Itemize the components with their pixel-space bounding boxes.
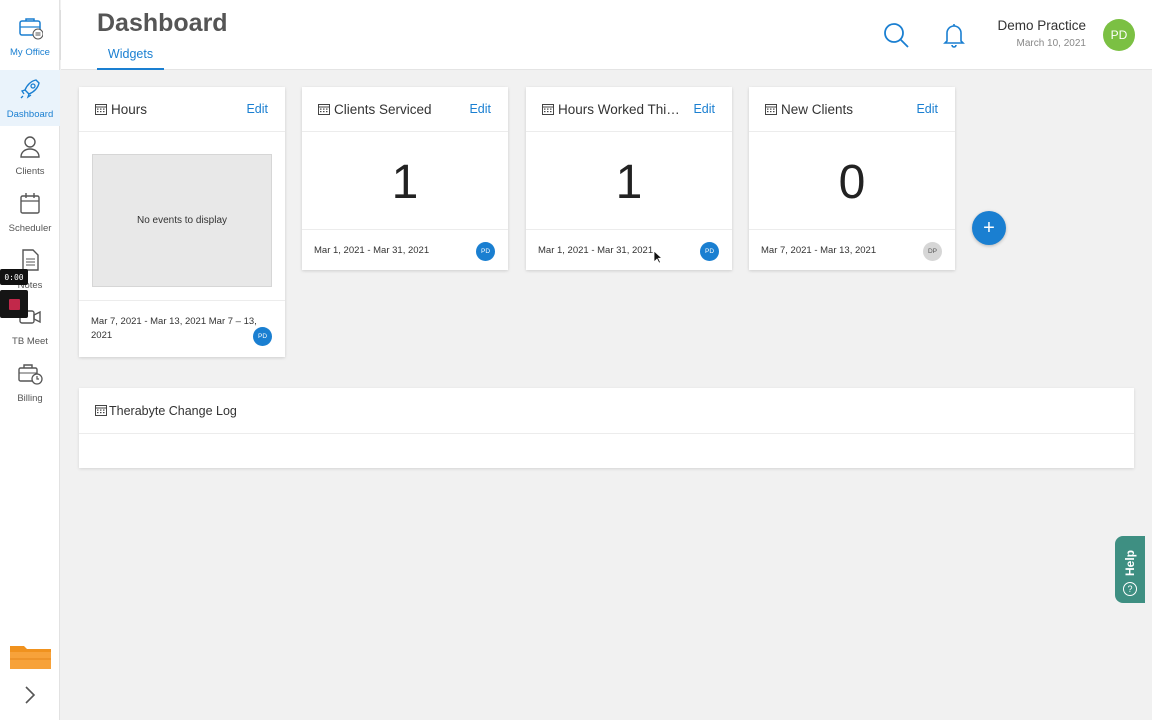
sidebar-item-label: TB Meet bbox=[12, 336, 48, 347]
chevron-right-icon bbox=[23, 684, 37, 711]
calendar-icon bbox=[95, 405, 107, 416]
expand-sidebar-button[interactable] bbox=[18, 684, 42, 710]
help-label: Help bbox=[1123, 549, 1137, 576]
widget-footer: Mar 1, 2021 - Mar 31, 2021 PD bbox=[526, 229, 732, 271]
edit-link[interactable]: Edit bbox=[693, 102, 715, 116]
sidebar-item-label: Scheduler bbox=[8, 223, 52, 234]
date-range: Mar 1, 2021 - Mar 31, 2021 bbox=[538, 245, 654, 256]
recording-stop-button[interactable] bbox=[0, 290, 28, 318]
avatar: PD bbox=[476, 242, 495, 261]
widget-header: Clients Serviced Edit bbox=[302, 87, 508, 132]
empty-events-placeholder: No events to display bbox=[92, 154, 272, 287]
widget-change-log: Therabyte Change Log bbox=[79, 388, 1134, 468]
widget-title: Hours Worked This… bbox=[558, 102, 686, 117]
calendar-icon bbox=[542, 104, 554, 115]
widget-value: 1 bbox=[391, 156, 419, 209]
page-title: Dashboard bbox=[97, 9, 228, 37]
widget-header: Hours Worked This… Edit bbox=[526, 87, 732, 132]
edit-link[interactable]: Edit bbox=[469, 102, 491, 116]
widget-footer: Mar 1, 2021 - Mar 31, 2021 PD bbox=[302, 229, 508, 271]
date-range: Mar 1, 2021 - Mar 31, 2021 bbox=[314, 245, 430, 256]
widget-new-clients: New Clients Edit 0 Mar 7, 2021 - Mar 13,… bbox=[749, 87, 955, 270]
edit-link[interactable]: Edit bbox=[246, 102, 268, 116]
recording-timer: 0:00 bbox=[0, 269, 28, 285]
sidebar-item-label: Billing bbox=[17, 393, 43, 404]
date-range: Mar 7, 2021 - Mar 13, 2021 bbox=[761, 245, 877, 256]
sidebar-item-scheduler[interactable]: Scheduler bbox=[0, 184, 60, 240]
calendar-icon bbox=[318, 104, 330, 115]
sidebar-item-clients[interactable]: Clients bbox=[0, 127, 60, 183]
widget-footer: Mar 7, 2021 - Mar 13, 2021 Mar 7 – 13, 2… bbox=[79, 300, 285, 357]
briefcase-icon bbox=[17, 14, 44, 45]
widget-hours-worked: Hours Worked This… Edit 1 Mar 1, 2021 - … bbox=[526, 87, 732, 270]
header: Dashboard Widgets Demo Practice March 10… bbox=[61, 0, 1152, 70]
calendar-icon bbox=[765, 104, 777, 115]
sidebar-item-label: My Office bbox=[10, 47, 50, 58]
sidebar-item-my-office[interactable]: My Office bbox=[0, 8, 60, 64]
sidebar-item-billing[interactable]: Billing bbox=[0, 354, 60, 410]
widget-header: Therabyte Change Log bbox=[79, 388, 1134, 434]
widget-clients-serviced: Clients Serviced Edit 1 Mar 1, 2021 - Ma… bbox=[302, 87, 508, 270]
avatar: DP bbox=[923, 242, 942, 261]
widget-title: New Clients bbox=[781, 102, 854, 117]
billing-briefcase-clock-icon bbox=[17, 360, 43, 391]
widget-header: New Clients Edit bbox=[749, 87, 955, 132]
mouse-cursor-icon bbox=[653, 250, 663, 264]
sidebar-item-label: Dashboard bbox=[6, 109, 54, 120]
widget-title: Hours bbox=[111, 102, 148, 117]
widget-footer: Mar 7, 2021 - Mar 13, 2021 DP bbox=[749, 229, 955, 271]
sidebar: My Office Dashboard Clients Scheduler No… bbox=[0, 0, 60, 720]
help-button[interactable]: Help ? bbox=[1115, 536, 1145, 603]
calendar-icon bbox=[95, 104, 107, 115]
rocket-icon bbox=[17, 76, 43, 107]
search-icon[interactable] bbox=[881, 20, 911, 50]
bell-icon[interactable] bbox=[939, 20, 969, 50]
sidebar-item-label: Clients bbox=[15, 166, 45, 177]
avatar: PD bbox=[700, 242, 719, 261]
tab-widgets[interactable]: Widgets bbox=[97, 47, 164, 70]
widget-header: Hours Edit bbox=[79, 87, 285, 132]
edit-link[interactable]: Edit bbox=[916, 102, 938, 116]
add-widget-button[interactable]: + bbox=[972, 211, 1006, 245]
stop-icon bbox=[8, 298, 20, 310]
sidebar-item-dashboard[interactable]: Dashboard bbox=[0, 70, 60, 126]
widget-title: Therabyte Change Log bbox=[109, 404, 237, 418]
widget-hours: Hours Edit No events to display Mar 7, 2… bbox=[79, 87, 285, 357]
avatar[interactable]: PD bbox=[1103, 19, 1135, 51]
widget-value: 0 bbox=[838, 156, 866, 209]
question-icon: ? bbox=[1123, 582, 1137, 596]
avatar: PD bbox=[253, 327, 272, 346]
calendar-icon bbox=[17, 190, 43, 221]
date-range: Mar 7, 2021 - Mar 13, 2021 Mar 7 – 13, 2… bbox=[91, 316, 257, 341]
person-icon bbox=[17, 133, 43, 164]
widget-value: 1 bbox=[615, 156, 643, 209]
user-name: Demo Practice bbox=[997, 18, 1086, 33]
current-date: March 10, 2021 bbox=[1016, 38, 1087, 49]
folder-icon[interactable] bbox=[9, 642, 52, 670]
widget-title: Clients Serviced bbox=[334, 102, 432, 117]
